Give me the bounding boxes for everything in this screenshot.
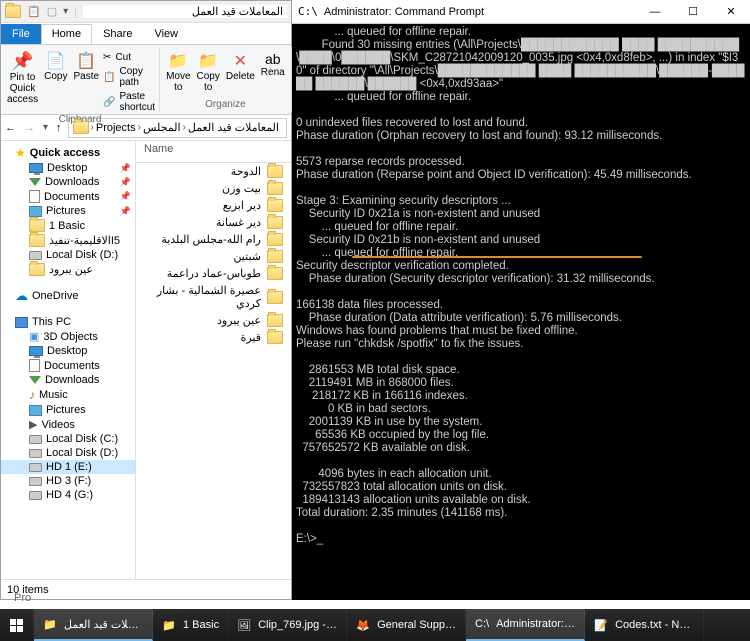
tree-downloads2[interactable]: Downloads — [1, 373, 135, 387]
pin-button[interactable]: 📌Pin to Quick access — [5, 49, 40, 114]
file-item[interactable]: طوباس-عماد دراعمة — [136, 265, 291, 282]
delete-button[interactable]: ✕Delete — [224, 49, 257, 99]
tab-file[interactable]: File — [1, 24, 41, 44]
file-item[interactable]: بيت وزن — [136, 180, 291, 197]
folder-icon — [267, 199, 283, 212]
ribbon-tabs: File Home Share View — [1, 23, 291, 45]
tree-documents[interactable]: Documents📌 — [1, 189, 135, 204]
cmd-title-text: Administrator: Command Prompt — [324, 6, 636, 18]
tab-view[interactable]: View — [143, 24, 189, 44]
copy-to-button[interactable]: 📁Copy to — [195, 49, 222, 99]
folder-icon — [267, 233, 283, 246]
rename-button[interactable]: abRena — [259, 49, 287, 99]
qat-dropdown[interactable]: ▾ — [63, 6, 68, 17]
column-header-name[interactable]: Name — [136, 141, 291, 163]
quick-access-toolbar: 📋 ▢ ▾ | المعاملات قيد العمل — [1, 1, 291, 23]
tree-videos[interactable]: ▶Videos — [1, 417, 135, 432]
tree-desktop2[interactable]: Desktop — [1, 344, 135, 358]
tree-quick-access[interactable]: ★Quick access — [1, 145, 135, 161]
folder-icon — [267, 216, 283, 229]
tree-folder-ar[interactable]: الاقليمية-تنفيذI5 — [1, 233, 135, 248]
tree-local-c[interactable]: Local Disk (C:) — [1, 432, 135, 446]
tree-documents2[interactable]: Documents — [1, 358, 135, 373]
copy-path-button[interactable]: 📋 Copy path — [103, 65, 155, 89]
start-button[interactable] — [0, 609, 34, 641]
tree-3d-objects[interactable]: ▣3D Objects — [1, 329, 135, 344]
cmd-icon: C:\ — [298, 5, 318, 18]
tree-ainb[interactable]: عين يبرود — [1, 262, 135, 277]
taskbar-item[interactable]: 📁1 Basic — [153, 609, 228, 641]
file-list[interactable]: Name الدوحةبيت وزندير ابزيعدير غسانةرام … — [136, 141, 291, 579]
taskbar-icon: 📝 — [593, 617, 609, 633]
tree-local-d2[interactable]: Local Disk (D:) — [1, 446, 135, 460]
cmd-output[interactable]: ... queued for offline repair. Found 30 … — [292, 24, 750, 600]
tree-pictures[interactable]: Pictures📌 — [1, 204, 135, 218]
tab-share[interactable]: Share — [92, 24, 143, 44]
taskbar-icon: 📁 — [42, 616, 58, 632]
file-item[interactable]: رام الله-مجلس البلدية — [136, 231, 291, 248]
watermark: Pro — [14, 592, 31, 604]
taskbar-item[interactable]: 🦊General Support - P... — [347, 609, 466, 641]
file-item[interactable]: قيرة — [136, 329, 291, 346]
file-item[interactable]: شبتين — [136, 248, 291, 265]
move-to-button[interactable]: 📁Move to — [164, 49, 192, 99]
copy-button[interactable]: 📄Copy — [42, 49, 69, 114]
folder-icon — [267, 291, 283, 304]
file-explorer-window: 📋 ▢ ▾ | المعاملات قيد العمل File Home Sh… — [0, 0, 292, 600]
cut-button[interactable]: ✂ Cut — [103, 51, 155, 64]
taskbar-item[interactable]: 🖼Clip_769.jpg - ACD... — [228, 609, 347, 641]
taskbar-icon: 🦊 — [355, 617, 371, 633]
paste-button[interactable]: 📋Paste — [71, 49, 101, 114]
cmd-titlebar[interactable]: C:\ Administrator: Command Prompt ― ☐ ✕ — [292, 0, 750, 24]
tree-downloads[interactable]: Downloads📌 — [1, 175, 135, 189]
taskbar-item[interactable]: C:\Administrator: Com... — [466, 609, 585, 641]
tree-pictures2[interactable]: Pictures — [1, 403, 135, 417]
tree-desktop[interactable]: Desktop📌 — [1, 161, 135, 175]
file-item[interactable]: دير غسانة — [136, 214, 291, 231]
folder-icon — [267, 165, 283, 178]
tree-hd4[interactable]: HD 4 (G:) — [1, 488, 135, 502]
tree-local-d[interactable]: Local Disk (D:) — [1, 248, 135, 262]
file-item[interactable]: عصيرة الشمالية - بشار كردي — [136, 282, 291, 312]
highlight-underline — [352, 256, 642, 258]
tree-music[interactable]: ♪Music — [1, 387, 135, 403]
tree-hd1[interactable]: HD 1 (E:) — [1, 460, 135, 474]
taskbar-item[interactable]: 📝Codes.txt - Notepad — [585, 609, 704, 641]
qat-item[interactable]: 📋 — [27, 5, 41, 18]
file-item[interactable]: دير ابزيع — [136, 197, 291, 214]
file-item[interactable]: الدوحة — [136, 163, 291, 180]
folder-icon — [267, 267, 283, 280]
maximize-button[interactable]: ☐ — [674, 0, 712, 24]
taskbar-icon: C:\ — [474, 616, 490, 632]
command-prompt-window: C:\ Administrator: Command Prompt ― ☐ ✕ … — [292, 0, 750, 600]
tree-basic[interactable]: 1 Basic — [1, 218, 135, 233]
taskbar-icon: 🖼 — [236, 617, 252, 633]
file-item[interactable]: عين يبرود — [136, 312, 291, 329]
tree-onedrive[interactable]: ☁OneDrive — [1, 287, 135, 305]
nav-tree[interactable]: ★Quick access Desktop📌 Downloads📌 Docume… — [1, 141, 136, 579]
folder-icon — [5, 5, 21, 18]
taskbar-item[interactable]: 📁المعاملات قيد العمل — [34, 609, 153, 641]
taskbar: 📁المعاملات قيد العمل📁1 Basic🖼Clip_769.jp… — [0, 609, 750, 641]
close-button[interactable]: ✕ — [712, 0, 750, 24]
tab-home[interactable]: Home — [41, 24, 92, 44]
folder-icon — [267, 331, 283, 344]
status-bar: 10 items — [1, 579, 291, 599]
folder-icon — [267, 314, 283, 327]
qat-item[interactable]: ▢ — [47, 5, 57, 18]
taskbar-icon: 📁 — [161, 617, 177, 633]
paste-shortcut-button[interactable]: 🔗 Paste shortcut — [103, 90, 155, 114]
tree-hd3[interactable]: HD 3 (F:) — [1, 474, 135, 488]
ribbon: 📌Pin to Quick access 📄Copy 📋Paste ✂ Cut … — [1, 45, 291, 115]
folder-icon — [267, 182, 283, 195]
tree-this-pc[interactable]: This PC — [1, 315, 135, 329]
window-title: المعاملات قيد العمل — [87, 5, 283, 18]
folder-icon — [267, 250, 283, 263]
minimize-button[interactable]: ― — [636, 0, 674, 24]
